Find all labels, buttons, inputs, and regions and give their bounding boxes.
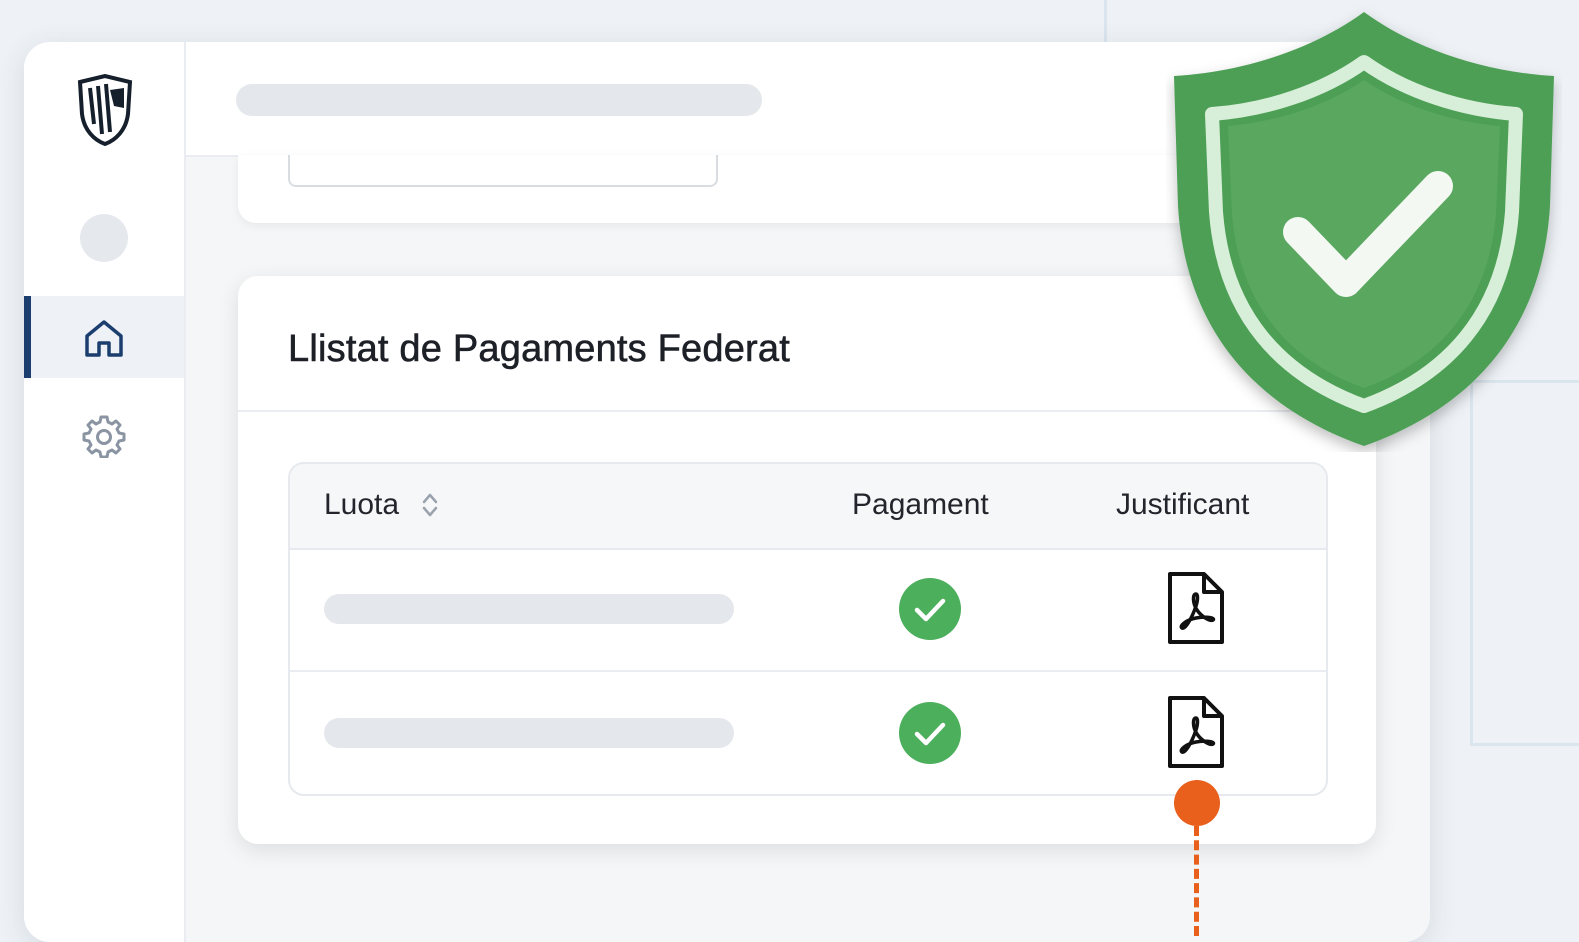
filter-input[interactable]: [288, 155, 718, 187]
quota-placeholder: [324, 594, 734, 624]
sort-icon[interactable]: [420, 488, 440, 527]
table-row: [290, 670, 1326, 794]
check-icon: [898, 577, 962, 646]
sidebar-item-home[interactable]: [24, 296, 184, 378]
quota-placeholder: [324, 718, 734, 748]
connector-line: [1194, 826, 1199, 936]
check-icon: [898, 701, 962, 770]
shield-logo: [76, 73, 134, 151]
column-header-luota[interactable]: Luota: [324, 488, 399, 522]
table-header: Luota Pagament Justificant: [290, 464, 1326, 550]
payments-table: Luota Pagament Justificant: [288, 462, 1328, 796]
security-shield-icon: [1166, 6, 1562, 457]
home-icon: [85, 320, 123, 357]
page-title: Llistat de Pagaments Federat: [288, 328, 790, 371]
column-header-pagament: Pagament: [852, 488, 989, 521]
pdf-file-icon[interactable]: [1166, 570, 1226, 651]
table-row: [290, 548, 1326, 670]
title-placeholder: [236, 84, 762, 116]
column-header-justificant: Justificant: [1116, 488, 1250, 521]
pdf-file-icon[interactable]: [1166, 694, 1226, 775]
sidebar-item-settings[interactable]: [24, 394, 184, 476]
sidebar: [24, 42, 186, 942]
avatar[interactable]: [80, 214, 128, 262]
connector-dot: [1174, 780, 1220, 826]
gear-icon: [82, 415, 126, 458]
